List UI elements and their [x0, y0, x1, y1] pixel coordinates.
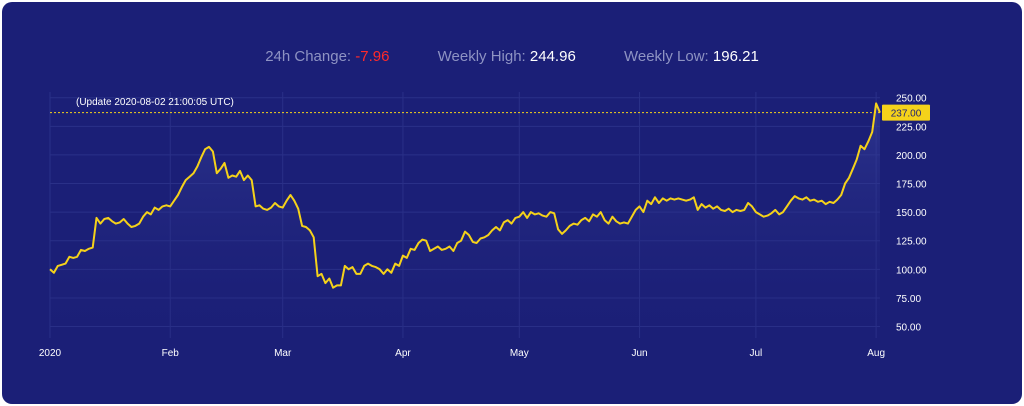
y-tick-label: 125.00 [896, 237, 927, 248]
x-tick-label: Feb [162, 348, 180, 359]
x-tick-label: May [510, 348, 529, 359]
x-axis: 2020 Feb Mar Apr May Jun Jul Aug [39, 348, 885, 359]
y-tick-label: 225.00 [896, 122, 927, 133]
x-tick-label: Mar [274, 348, 292, 359]
current-price-tag: 237.00 [882, 104, 930, 121]
y-tick-label: 75.00 [896, 294, 921, 305]
y-tick-label: 100.00 [896, 265, 927, 276]
x-tick-label: 2020 [39, 348, 62, 359]
y-tick-label: 50.00 [896, 323, 921, 334]
y-axis: 50.00 75.00 100.00 125.00 150.00 175.00 200.00… [896, 94, 927, 334]
y-tick-label: 175.00 [896, 180, 927, 191]
x-tick-label: Jun [631, 348, 647, 359]
x-tick-label: Aug [867, 348, 885, 359]
price-chart[interactable]: (Update 2020-08-02 21:00:05 UTC) 50.00 75… [0, 0, 1024, 406]
current-price-label: 237.00 [891, 109, 922, 120]
y-tick-label: 250.00 [896, 94, 927, 105]
update-timestamp: (Update 2020-08-02 21:00:05 UTC) [76, 97, 234, 108]
x-tick-label: Jul [749, 348, 762, 359]
y-tick-label: 150.00 [896, 208, 927, 219]
y-tick-label: 200.00 [896, 151, 927, 162]
x-tick-label: Apr [395, 348, 411, 359]
